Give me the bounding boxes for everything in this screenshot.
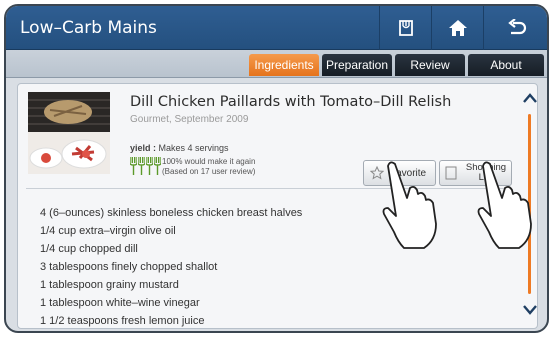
yield-label: yield :	[130, 143, 157, 153]
home-icon	[448, 20, 467, 36]
back-arrow-icon	[507, 19, 526, 35]
rating-percent: 100% would make it again	[162, 157, 256, 166]
recipe-title: Dill Chicken Paillards with Tomato–Dill …	[130, 94, 452, 110]
rating-text: 100% would make it again (Based on 17 us…	[162, 157, 255, 177]
fork-icon	[154, 157, 161, 175]
fork-icon	[146, 157, 153, 175]
ingredient-item: 1 tablespoon grainy mustard	[40, 279, 179, 291]
chevron-up-icon[interactable]	[522, 92, 538, 104]
rating-count: (Based on 17 user review)	[162, 167, 256, 176]
fork-icon	[130, 157, 137, 175]
tab-review[interactable]: Review	[395, 54, 465, 76]
header-bar: Low–Carb Mains	[6, 6, 547, 50]
recipe-yield: yield : Makes 4 servings	[130, 143, 229, 153]
ingredient-item: 1 1/2 teaspoons fresh lemon juice	[40, 315, 205, 327]
fork-rating	[130, 157, 161, 175]
app-window: Low–Carb Mains Ingredients Preparation R…	[4, 4, 549, 333]
home-button[interactable]	[431, 6, 483, 50]
ingredient-item: 3 tablespoons finely chopped shallot	[40, 261, 218, 273]
tab-about[interactable]: About	[468, 54, 544, 76]
ingredient-item: 1 tablespoon white–wine vinegar	[40, 297, 200, 309]
recipe-photo	[28, 92, 110, 174]
tab-preparation[interactable]: Preparation	[322, 54, 392, 76]
chevron-down-icon[interactable]	[522, 304, 538, 316]
yield-value: Makes 4 servings	[158, 143, 229, 153]
recipe-source: Gourmet, September 2009	[130, 114, 249, 125]
app-title: Low–Carb Mains	[20, 18, 157, 38]
tab-ingredients[interactable]: Ingredients	[249, 54, 319, 76]
tab-bar: Ingredients Preparation Review About	[6, 50, 547, 78]
fork-icon	[138, 157, 145, 175]
shopping-list-icon	[445, 166, 457, 180]
tap-gesture-hand-icon	[477, 161, 532, 249]
recipe-card-icon	[398, 20, 413, 36]
recipe-panel: Dill Chicken Paillards with Tomato–Dill …	[17, 83, 538, 329]
back-button[interactable]	[483, 6, 547, 50]
tap-gesture-hand-icon	[382, 161, 437, 249]
recipe-card-button[interactable]	[379, 6, 431, 50]
